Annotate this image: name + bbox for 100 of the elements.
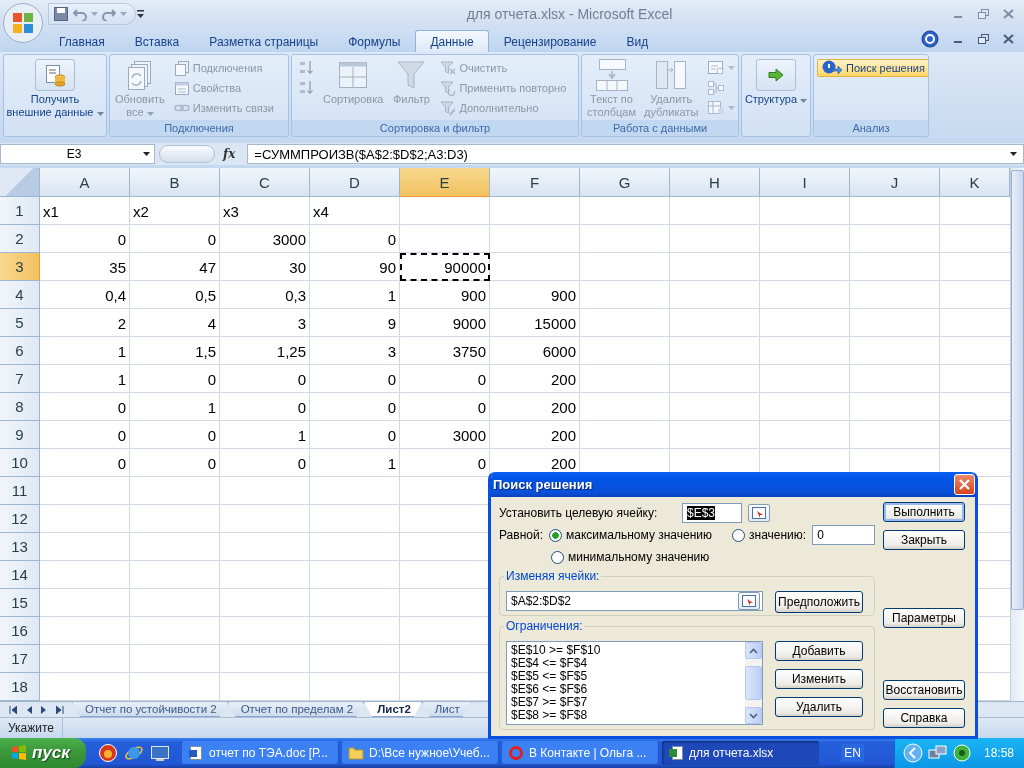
- scroll-down-icon[interactable]: [745, 707, 762, 724]
- column-header[interactable]: G: [580, 168, 670, 197]
- column-header[interactable]: C: [220, 168, 310, 197]
- dialog-button[interactable]: Добавить: [775, 641, 863, 661]
- radio-button[interactable]: максимальному значению: [549, 528, 712, 542]
- row-header[interactable]: 8: [0, 393, 40, 421]
- redo-icon[interactable]: [102, 7, 116, 21]
- row-header[interactable]: 18: [0, 673, 40, 701]
- radio-button[interactable]: минимальному значению: [551, 550, 710, 564]
- list-item[interactable]: $E$6 <= $F$6: [511, 683, 741, 696]
- column-header[interactable]: E: [400, 168, 490, 197]
- column-header[interactable]: F: [490, 168, 580, 197]
- chevron-left-icon[interactable]: [902, 743, 923, 763]
- restore-icon[interactable]: [978, 34, 989, 44]
- row-header[interactable]: 17: [0, 645, 40, 673]
- row-header[interactable]: 14: [0, 561, 40, 589]
- row-header[interactable]: 5: [0, 309, 40, 337]
- row-header[interactable]: 2: [0, 225, 40, 253]
- formula-field[interactable]: =СУММПРОИЗВ($A$2:$D$2;A3:D3): [247, 144, 1024, 164]
- constraints-list[interactable]: $E$10 >= $F$10 $E$4 <= $F$4 $E$5 <= $F$5 $E$6 <= $F$6 $E$7 >= $F$7 $E$8 >= $F$8: [506, 641, 763, 725]
- taskbar-button[interactable]: отчет по ТЭА.doc [Р...: [182, 741, 339, 765]
- row-header[interactable]: 1: [0, 197, 40, 225]
- row-header[interactable]: 16: [0, 617, 40, 645]
- ribbon-tab[interactable]: Главная: [44, 30, 120, 52]
- collapse-dialog-button[interactable]: [738, 592, 760, 610]
- dialog-button[interactable]: Удалить: [775, 697, 863, 717]
- list-item[interactable]: $E$5 <= $F$5: [511, 670, 741, 683]
- dialog-button[interactable]: Справка: [883, 708, 965, 728]
- close-button[interactable]: [954, 474, 975, 495]
- vertical-scrollbar[interactable]: [1010, 168, 1024, 701]
- column-header[interactable]: J: [850, 168, 940, 197]
- ribbon-button[interactable]: Поиск решения: [817, 59, 928, 77]
- ribbon-tab[interactable]: Разметка страницы: [194, 30, 334, 52]
- table-cell-text: 200: [549, 454, 577, 474]
- column-header[interactable]: I: [760, 168, 850, 197]
- start-button[interactable]: пуск: [0, 738, 86, 768]
- row-header[interactable]: 7: [0, 365, 40, 393]
- row-header[interactable]: 6: [0, 337, 40, 365]
- ribbon-tab[interactable]: Данные: [415, 30, 489, 52]
- scroll-thumb[interactable]: [745, 666, 762, 700]
- target-icon[interactable]: [952, 744, 971, 762]
- ribbon-tab[interactable]: Вид: [611, 30, 664, 52]
- undo-icon[interactable]: [73, 7, 87, 21]
- row-header[interactable]: 4: [0, 281, 40, 309]
- column-header[interactable]: B: [130, 168, 220, 197]
- column-header[interactable]: H: [670, 168, 760, 197]
- document-icon: [188, 745, 204, 761]
- desktop-icon[interactable]: [150, 743, 170, 763]
- function-button[interactable]: fx: [219, 147, 244, 161]
- name-box[interactable]: E3: [0, 144, 155, 164]
- ribbon-tab[interactable]: Рецензирование: [488, 30, 612, 52]
- dialog-button[interactable]: Закрыть: [883, 530, 965, 550]
- sheet-tab[interactable]: Отчет по устойчивости 2: [72, 702, 228, 717]
- previous-sheet-icon[interactable]: [25, 705, 32, 714]
- radio-button[interactable]: значению:: [732, 528, 807, 542]
- dialog-button[interactable]: Восстановить: [883, 680, 965, 700]
- row-header[interactable]: 9: [0, 421, 40, 449]
- row-header[interactable]: 11: [0, 477, 40, 505]
- first-sheet-icon[interactable]: [8, 705, 17, 714]
- expand-handle[interactable]: [159, 145, 215, 163]
- save-icon[interactable]: [53, 6, 69, 22]
- row-header[interactable]: 3: [0, 253, 40, 281]
- row-header[interactable]: 13: [0, 533, 40, 561]
- target-cell-field[interactable]: $E$3: [682, 503, 742, 523]
- column-header[interactable]: A: [40, 168, 130, 197]
- column-header[interactable]: K: [940, 168, 1010, 197]
- close-icon[interactable]: [1003, 34, 1014, 44]
- sheet-tab[interactable]: Отчет по пределам 2: [227, 702, 365, 717]
- customize-caret-icon[interactable]: [136, 8, 146, 20]
- list-item[interactable]: $E$10 >= $F$10: [511, 644, 741, 657]
- list-item[interactable]: $E$4 <= $F$4: [511, 657, 741, 670]
- restore-icon[interactable]: [978, 9, 989, 19]
- close-icon[interactable]: [1003, 9, 1014, 19]
- table-cell-text: 900: [549, 286, 577, 306]
- language-indicator[interactable]: EN: [841, 744, 864, 762]
- collapse-dialog-button[interactable]: [748, 504, 770, 522]
- sheet-tab[interactable]: Лист: [421, 702, 471, 717]
- dialog-button[interactable]: Параметры: [883, 608, 965, 628]
- value-field[interactable]: 0: [812, 525, 875, 545]
- list-item[interactable]: $E$8 >= $F$8: [511, 709, 741, 722]
- ribbon-tab[interactable]: Вставка: [119, 30, 195, 52]
- guess-button[interactable]: Предположить: [775, 591, 863, 613]
- dialog-button[interactable]: Изменить: [775, 669, 863, 689]
- list-item[interactable]: $E$7 >= $F$7: [511, 696, 741, 709]
- next-sheet-icon[interactable]: [40, 705, 47, 714]
- row-header[interactable]: 15: [0, 589, 40, 617]
- taskbar-button[interactable]: D:\Все нужное\Учеб...: [342, 741, 499, 765]
- sheet-tab[interactable]: Лист2: [364, 702, 422, 717]
- last-sheet-icon[interactable]: [55, 705, 64, 714]
- globe-icon[interactable]: [98, 743, 118, 763]
- taskbar-button[interactable]: В Контакте | Ольга ...: [502, 741, 659, 765]
- scroll-up-icon[interactable]: [745, 642, 762, 659]
- help-icon[interactable]: [921, 30, 939, 48]
- ribbon-tab[interactable]: Формулы: [333, 30, 416, 52]
- row-header[interactable]: 10: [0, 449, 40, 477]
- changing-cells-field[interactable]: $A$2:$D$2: [506, 591, 763, 611]
- row-header[interactable]: 12: [0, 505, 40, 533]
- dialog-button[interactable]: Выполнить: [883, 502, 965, 522]
- taskbar-button[interactable]: для отчета.xlsx: [662, 741, 819, 765]
- column-header[interactable]: D: [310, 168, 400, 197]
